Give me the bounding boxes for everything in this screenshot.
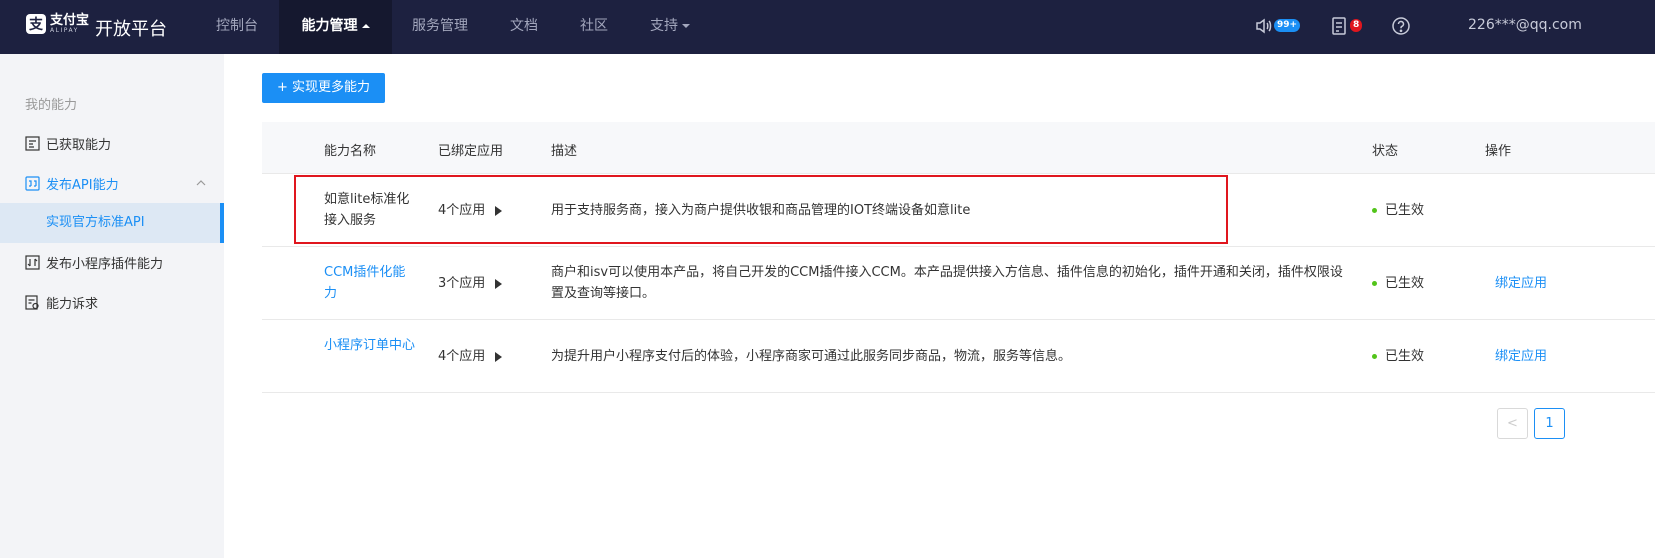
column-header-apps: 已绑定应用 bbox=[438, 144, 504, 159]
nav-service-management[interactable]: 服务管理 bbox=[402, 0, 478, 54]
column-header-description: 描述 bbox=[551, 144, 578, 159]
pagination-prev-button[interactable]: < bbox=[1497, 408, 1528, 439]
alipay-logo[interactable]: 支 支付宝 ALIPAY bbox=[26, 14, 89, 34]
notification-badge: 99+ bbox=[1274, 19, 1301, 32]
status-badge: 已生效 bbox=[1372, 346, 1424, 367]
bind-app-link[interactable]: 绑定应用 bbox=[1495, 273, 1547, 294]
capability-name-link[interactable]: CCM插件化能力 bbox=[324, 262, 416, 304]
nav-docs[interactable]: 文档 bbox=[500, 0, 548, 54]
logo-en-text: ALIPAY bbox=[50, 27, 79, 34]
nav-support[interactable]: 支持 bbox=[640, 0, 700, 54]
capability-description: 为提升用户小程序支付后的体验，小程序商家可通过此服务同步商品，物流，服务等信息。 bbox=[551, 349, 1072, 364]
sidebar-title: 我的能力 bbox=[25, 98, 78, 113]
table-header: 能力名称 已绑定应用 描述 状态 操作 bbox=[262, 122, 1655, 174]
top-navigation-bar: 支 支付宝 ALIPAY 开放平台 控制台 能力管理 服务管理 文档 社区 支持… bbox=[0, 0, 1655, 54]
nav-capability-management[interactable]: 能力管理 bbox=[279, 0, 392, 54]
status-dot-icon bbox=[1372, 281, 1377, 286]
capability-name-link[interactable]: 小程序订单中心 bbox=[324, 335, 416, 356]
todo-badge: 8 bbox=[1350, 19, 1363, 32]
nav-console[interactable]: 控制台 bbox=[205, 0, 269, 54]
capability-description: 商户和isv可以使用本产品，将自己开发的CCM插件接入CCM。本产品提供接入方信… bbox=[551, 265, 1343, 301]
todo-list-icon[interactable] bbox=[1330, 16, 1350, 40]
add-more-capability-button[interactable]: + 实现更多能力 bbox=[262, 73, 385, 103]
notification-speaker-icon[interactable] bbox=[1254, 16, 1274, 40]
platform-title: 开放平台 bbox=[95, 19, 167, 40]
capability-list-icon bbox=[25, 135, 40, 151]
request-icon bbox=[25, 294, 40, 310]
column-header-status: 状态 bbox=[1372, 144, 1399, 159]
bound-apps-toggle[interactable]: 4个应用 bbox=[438, 346, 503, 367]
highlight-annotation-box bbox=[294, 175, 1228, 244]
status-dot-icon bbox=[1372, 208, 1377, 213]
column-header-name: 能力名称 bbox=[324, 144, 377, 159]
sidebar-item-capability-request[interactable]: 能力诉求 bbox=[0, 282, 224, 322]
table-row: 小程序订单中心 4个应用 为提升用户小程序支付后的体验，小程序商家可通过此服务同… bbox=[262, 320, 1655, 393]
user-account[interactable]: 226***@qq.com bbox=[1468, 17, 1582, 33]
alipay-logo-icon: 支 bbox=[26, 14, 46, 34]
question-icon[interactable] bbox=[1391, 16, 1411, 40]
plugin-icon bbox=[25, 254, 40, 270]
status-badge: 已生效 bbox=[1372, 200, 1424, 221]
nav-community[interactable]: 社区 bbox=[570, 0, 618, 54]
pagination-page-1[interactable]: 1 bbox=[1534, 408, 1565, 439]
column-header-operation: 操作 bbox=[1485, 144, 1512, 159]
table-row: CCM插件化能力 3个应用 商户和isv可以使用本产品，将自己开发的CCM插件接… bbox=[262, 247, 1655, 320]
sidebar: 我的能力 已获取能力 发布API能力 实现官方标准API 发布小程序插件能力 能… bbox=[0, 54, 224, 558]
bound-apps-toggle[interactable]: 3个应用 bbox=[438, 273, 503, 294]
caret-up-icon bbox=[361, 24, 370, 28]
status-badge: 已生效 bbox=[1372, 273, 1424, 294]
chevron-up-icon bbox=[196, 177, 206, 192]
sidebar-subitem-official-standard-api[interactable]: 实现官方标准API bbox=[0, 203, 224, 243]
sidebar-item-publish-api[interactable]: 发布API能力 bbox=[0, 163, 224, 203]
bind-app-link[interactable]: 绑定应用 bbox=[1495, 346, 1547, 367]
status-dot-icon bbox=[1372, 354, 1377, 359]
expand-triangle-icon bbox=[495, 278, 503, 289]
caret-down-icon bbox=[682, 24, 690, 28]
expand-triangle-icon bbox=[495, 351, 503, 362]
sidebar-item-acquired-capabilities[interactable]: 已获取能力 bbox=[0, 123, 224, 163]
sidebar-item-publish-plugin[interactable]: 发布小程序插件能力 bbox=[0, 242, 224, 282]
api-icon bbox=[25, 175, 40, 191]
logo-cn-text: 支付宝 bbox=[50, 13, 90, 28]
